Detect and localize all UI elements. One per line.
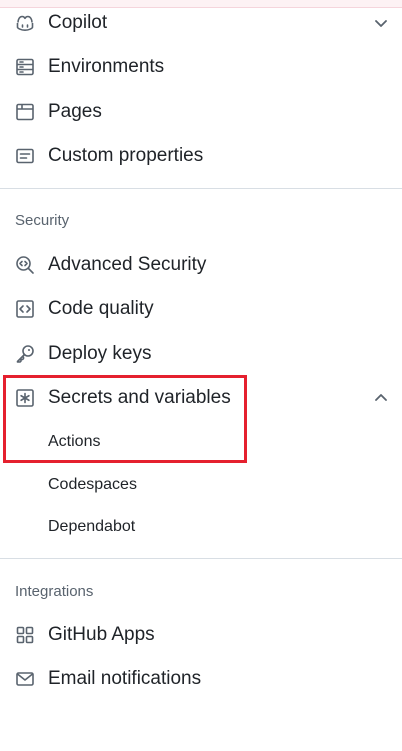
chevron-down-icon[interactable] (372, 14, 390, 32)
note-icon (14, 145, 36, 167)
sidebar-subitem-codespaces[interactable]: Codespaces (0, 468, 402, 502)
section-title-security: Security (15, 212, 70, 229)
mail-icon (14, 668, 36, 690)
sidebar-item-pages[interactable]: Pages (0, 93, 402, 131)
asterisk-icon (14, 387, 36, 409)
divider (0, 558, 402, 559)
sidebar-item-label: GitHub Apps (48, 624, 155, 645)
apps-icon (14, 624, 36, 646)
chevron-up-icon[interactable] (372, 389, 390, 407)
sidebar-item-label: Copilot (48, 12, 108, 33)
sidebar-subitem-label: Codespaces (48, 476, 137, 493)
codescan-icon (14, 254, 36, 276)
copilot-icon (14, 12, 36, 34)
browser-icon (14, 101, 36, 123)
sidebar-item-deploy-keys[interactable]: Deploy keys (0, 335, 402, 373)
divider (0, 188, 402, 189)
sidebar-item-environments[interactable]: Environments (0, 48, 402, 86)
sidebar-item-copilot[interactable]: Copilot (0, 4, 402, 42)
key-icon (14, 343, 36, 365)
section-title-integrations: Integrations (15, 583, 94, 600)
sidebar-item-advanced-security[interactable]: Advanced Security (0, 246, 402, 284)
sidebar-item-label: Custom properties (48, 145, 204, 166)
sidebar-item-label: Environments (48, 56, 165, 77)
sidebar-item-label: Secrets and variables (48, 387, 231, 408)
sidebar-item-code-quality[interactable]: Code quality (0, 290, 402, 328)
server-icon (14, 56, 36, 78)
sidebar-subitem-label: Actions (48, 433, 101, 450)
sidebar-item-github-apps[interactable]: GitHub Apps (0, 616, 402, 654)
sidebar-subitem-dependabot[interactable]: Dependabot (0, 510, 402, 544)
sidebar-item-label: Advanced Security (48, 254, 207, 275)
sidebar-item-label: Code quality (48, 298, 154, 319)
sidebar-item-secrets-and-variables[interactable]: Secrets and variables (0, 379, 402, 417)
sidebar-item-email-notifications[interactable]: Email notifications (0, 660, 402, 698)
sidebar-item-label: Pages (48, 101, 102, 122)
sidebar-item-custom-properties[interactable]: Custom properties (0, 137, 402, 175)
code-square-icon (14, 298, 36, 320)
sidebar-subitem-label: Dependabot (48, 518, 136, 535)
sidebar-subitem-actions[interactable]: Actions (0, 425, 402, 459)
sidebar-item-label: Email notifications (48, 668, 202, 689)
sidebar-item-label: Deploy keys (48, 343, 152, 364)
